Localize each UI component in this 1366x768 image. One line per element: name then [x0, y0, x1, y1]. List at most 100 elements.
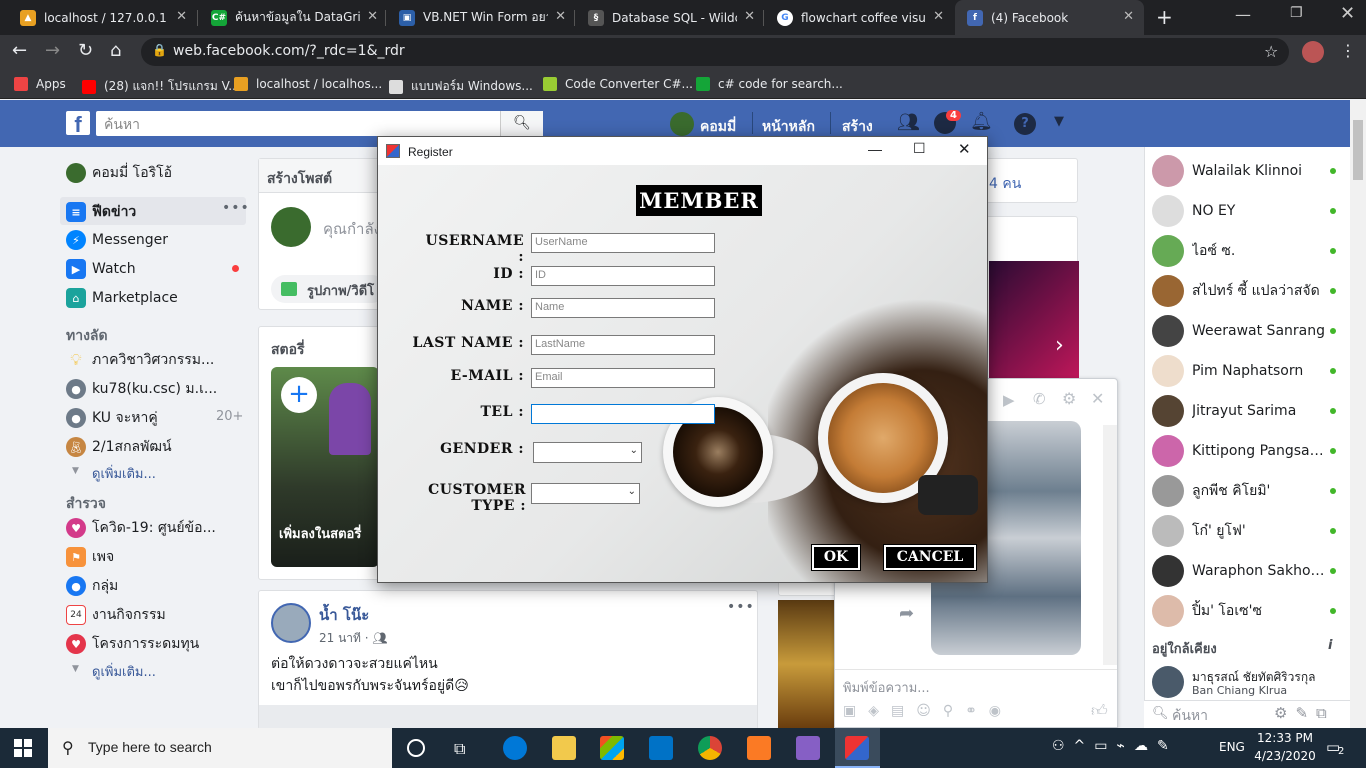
xampp-icon[interactable] [747, 736, 771, 760]
file-explorer-icon[interactable] [552, 736, 576, 760]
bookmark-item[interactable]: Code Converter C#... [543, 77, 693, 91]
cancel-button[interactable]: CANCEL [883, 544, 977, 571]
language-indicator[interactable]: ENG [1219, 740, 1245, 754]
close-tab-icon[interactable]: ✕ [555, 9, 566, 24]
game-ad-image[interactable] [778, 600, 834, 728]
explore-item-events[interactable]: 24 งานกิจกรรม [66, 604, 166, 626]
ad-image[interactable] [989, 261, 1079, 381]
reload-icon[interactable]: ↻ [78, 40, 93, 61]
profile-avatar[interactable] [1302, 41, 1324, 63]
gear-icon[interactable]: ⚙ [1062, 389, 1076, 408]
contact-options-icons[interactable]: ⚙✎⧉ [1274, 704, 1335, 722]
header-avatar[interactable] [670, 112, 694, 136]
new-tab-button[interactable]: + [1156, 5, 1173, 29]
post-author-avatar[interactable] [271, 603, 311, 643]
video-call-icon[interactable]: ▶ [1003, 391, 1015, 409]
info-icon[interactable]: i [1328, 638, 1332, 653]
ok-button[interactable]: OK [811, 544, 861, 571]
close-icon[interactable]: ✕ [1091, 389, 1104, 408]
explore-item-covid[interactable]: ♥ โควิด-19: ศูนย์ข้อ... [66, 517, 216, 539]
tab-1[interactable]: ▲ localhost / 127.0.0.1 / c ✕ [8, 0, 197, 35]
lock-icon[interactable]: 🔒 [152, 43, 167, 57]
contact-item[interactable]: Pim Naphatsorn [1152, 355, 1342, 387]
friends-icon[interactable]: 👥︎ [897, 112, 920, 133]
shortcut-item[interactable]: 💡︎ ภาควิชาวิศวกรรม... [66, 349, 214, 371]
gender-select[interactable]: ⌄ [533, 442, 642, 463]
tab-6[interactable]: f (4) Facebook ✕ [955, 0, 1144, 35]
name-input[interactable]: Name [531, 298, 715, 318]
contact-search-bar[interactable]: 🔍︎ ค้นหา ⚙✎⧉ [1144, 700, 1350, 728]
account-dropdown-icon[interactable]: ▼ [1054, 114, 1064, 129]
home-icon[interactable]: ⌂ [110, 40, 121, 61]
share-icon[interactable]: ➦ [899, 603, 914, 624]
close-tab-icon[interactable]: ✕ [933, 9, 944, 24]
restore-window-button[interactable]: ❐ [1290, 5, 1303, 21]
windows-start-icon[interactable] [14, 739, 32, 757]
close-tab-icon[interactable]: ✕ [176, 9, 187, 24]
bell-icon[interactable]: 🔔︎ [970, 111, 993, 132]
close-tab-icon[interactable]: ✕ [1123, 9, 1134, 24]
mail-icon[interactable] [649, 736, 673, 760]
bookmark-item[interactable]: แบบฟอร์ม Windows... [389, 77, 533, 96]
contact-item[interactable]: ลูกพีช คิโยมิ' [1152, 475, 1342, 507]
close-tab-icon[interactable]: ✕ [367, 9, 378, 24]
clock-date[interactable]: 4/23/2020 [1252, 749, 1318, 763]
bookmark-item[interactable]: (28) แจก!! โปรแกรม V... [82, 77, 240, 96]
dialog-maximize-button[interactable]: ☐ [913, 140, 926, 157]
visual-studio-icon[interactable] [796, 736, 820, 760]
more-options-icon[interactable]: ••• [222, 200, 250, 216]
explore-item-groups[interactable]: ● กลุ่ม [66, 575, 118, 597]
shortcut-item[interactable]: ● ku78(ku.csc) ม.เ... [66, 378, 217, 400]
menu-icon[interactable]: ⋮ [1340, 41, 1356, 60]
explore-item-fundraisers[interactable]: ♥ โครงการระดมทุน [66, 633, 199, 655]
contact-item[interactable]: Jitrayut Sarima [1152, 395, 1342, 427]
add-story-card[interactable]: + เพิ่มลงในสตอรี่ [271, 367, 379, 567]
contact-item[interactable]: NO EY [1152, 195, 1342, 227]
scrollbar-thumb[interactable] [1353, 120, 1363, 180]
back-icon[interactable]: ← [12, 40, 27, 61]
explore-item-pages[interactable]: ⚑ เพจ [66, 546, 114, 568]
contact-item[interactable]: Kittipong Pangsan... [1152, 435, 1342, 467]
shortcut-item[interactable]: ● KU จะหาคู่ [66, 407, 158, 429]
like-icon[interactable]: 👍︎ [1091, 701, 1108, 721]
help-icon[interactable]: ? [1014, 113, 1036, 135]
tray-icons[interactable]: ⚇^▭⌁☁✎ [1052, 738, 1178, 754]
taskbar-search-box[interactable]: Type here to search [48, 728, 392, 768]
sidebar-item-marketplace[interactable]: ⌂ Marketplace [66, 288, 178, 308]
chat-message-input[interactable]: พิมพ์ข้อความ... [843, 677, 930, 698]
see-more-shortcuts-link[interactable]: ดูเพิ่มเติม... [92, 463, 156, 484]
contact-item[interactable]: ไอซ์ ซ. [1152, 235, 1342, 267]
nearby-contact[interactable]: มาธุรสณ์ ชัยทัตศิริวรกุล Ban Chiang Klru… [1152, 666, 1347, 698]
facebook-search-input[interactable]: ค้นหา [96, 111, 543, 136]
close-window-button[interactable]: ✕ [1340, 3, 1355, 24]
sidebar-item-watch[interactable]: ▶ Watch [66, 259, 136, 279]
store-icon[interactable] [600, 736, 624, 760]
contact-item[interactable]: ปิ้ม' โอเซ'ซ [1152, 595, 1342, 627]
composer-input[interactable]: คุณกำลัง [323, 217, 381, 241]
cortana-icon[interactable] [407, 739, 425, 757]
tel-input[interactable] [531, 404, 715, 424]
lastname-input[interactable]: LastName [531, 335, 715, 355]
contact-item[interactable]: Waraphon Sakhon... [1152, 555, 1342, 587]
add-story-plus-icon[interactable]: + [281, 377, 317, 413]
chat-attachment-icons[interactable]: ▣◈▤☺⚲⚭◉ [843, 703, 1013, 719]
sidebar-profile[interactable]: คอมมี่ โอริโอ้ [66, 162, 172, 184]
bookmark-item[interactable]: c# code for search... [696, 77, 843, 91]
clock-time[interactable]: 12:33 PM [1255, 731, 1315, 745]
forward-icon[interactable]: → [45, 40, 60, 61]
chat-scrollbar[interactable] [1103, 425, 1117, 665]
minimize-window-button[interactable]: — [1235, 5, 1251, 24]
register-app-icon[interactable] [845, 736, 869, 760]
apps-bookmark[interactable]: Apps [14, 77, 66, 91]
dialog-close-button[interactable]: ✕ [958, 140, 971, 158]
contact-item[interactable]: สไปทร์ ซี้ แปลว่าสจัด [1152, 275, 1342, 307]
email-input[interactable]: Email [531, 368, 715, 388]
shortcut-item[interactable]: 🧸︎ 2/1สกลพัฒน์ [66, 436, 172, 458]
dialog-minimize-button[interactable]: — [868, 141, 882, 157]
post-time[interactable]: 21 นาที · 👥︎ [319, 629, 388, 648]
phone-icon[interactable]: ✆ [1033, 390, 1046, 408]
page-scrollbar[interactable] [1350, 100, 1366, 728]
tab-2[interactable]: C# ค้นหาข้อมูลใน DataGridvi ✕ [199, 0, 388, 35]
url-bar[interactable]: web.facebook.com/?_rdc=1&_rdr [141, 38, 1289, 66]
tab-5[interactable]: Gflowchart coffee visual ✕ [765, 0, 954, 35]
